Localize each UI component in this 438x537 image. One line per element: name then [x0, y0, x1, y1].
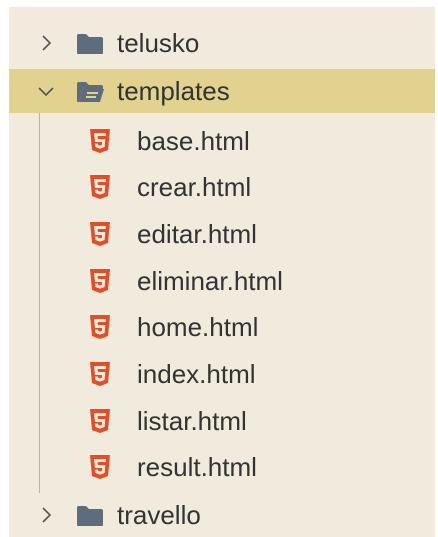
chevron-down-icon[interactable] [36, 81, 56, 101]
tree-folder-telusko[interactable]: telusko [9, 21, 435, 65]
chevron-right-icon[interactable] [36, 33, 56, 53]
html5-icon [90, 222, 110, 246]
file-name: result.html [137, 452, 257, 482]
html5-icon [90, 129, 110, 153]
tree-file[interactable]: listar.html [9, 399, 435, 443]
folder-icon [77, 34, 103, 54]
tree-folder-travello[interactable]: travello [9, 493, 435, 537]
tree-file[interactable]: result.html [9, 445, 435, 489]
file-name: base.html [137, 126, 250, 156]
html5-icon [90, 269, 110, 293]
file-name: index.html [137, 359, 256, 389]
tree-file[interactable]: crear.html [9, 165, 435, 209]
tree-file[interactable]: home.html [9, 305, 435, 349]
file-explorer: telusko templates base.html crear.html e… [9, 7, 435, 537]
folder-open-icon [77, 82, 104, 102]
tree-file[interactable]: base.html [9, 119, 435, 163]
chevron-right-icon[interactable] [36, 505, 56, 525]
html5-icon [90, 362, 110, 386]
file-name: listar.html [137, 406, 247, 436]
file-name: home.html [137, 312, 259, 342]
tree-file[interactable]: index.html [9, 352, 435, 396]
folder-name: telusko [117, 28, 200, 58]
html5-icon [90, 409, 110, 433]
folder-icon [77, 506, 103, 526]
folder-name: travello [117, 500, 201, 530]
folder-name: templates [117, 76, 230, 106]
html5-icon [90, 455, 110, 479]
tree-file[interactable]: editar.html [9, 212, 435, 256]
file-name: crear.html [137, 172, 252, 202]
html5-icon [90, 315, 110, 339]
html5-icon [90, 175, 110, 199]
tree-folder-templates[interactable]: templates [9, 69, 435, 113]
file-name: eliminar.html [137, 266, 283, 296]
tree-file[interactable]: eliminar.html [9, 259, 435, 303]
file-name: editar.html [137, 219, 257, 249]
